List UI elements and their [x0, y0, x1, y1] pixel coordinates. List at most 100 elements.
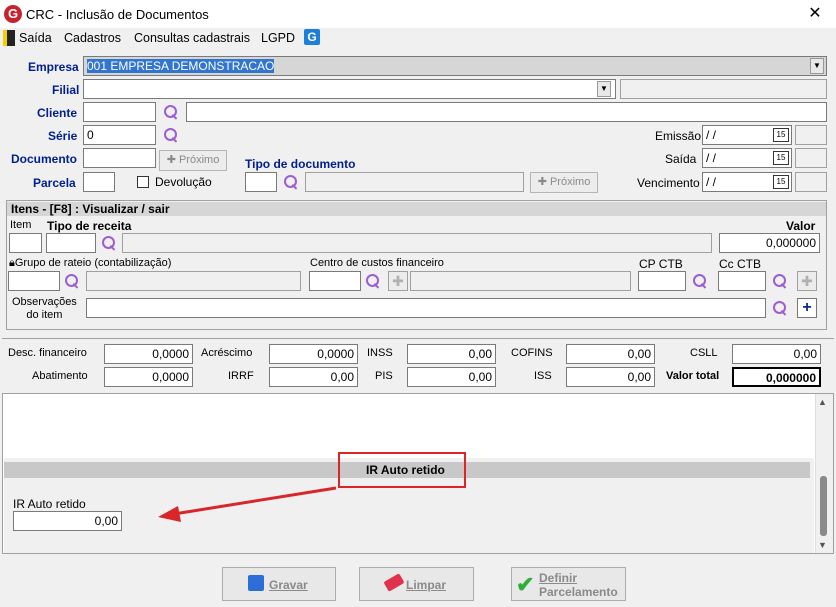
menu-lgpd[interactable]: LGPD — [261, 31, 295, 45]
ir-header-title: IR Auto retido — [366, 463, 445, 477]
item-input[interactable] — [9, 233, 42, 253]
scroll-down-icon[interactable]: ▼ — [818, 540, 827, 550]
vencimento-extra — [795, 172, 827, 192]
inss-label: INSS — [367, 347, 393, 359]
divider — [2, 338, 834, 339]
cliente-search-icon[interactable] — [163, 104, 179, 120]
cliente-input[interactable] — [83, 102, 156, 122]
cp-ctb-search-icon[interactable] — [692, 273, 708, 289]
proximo-tipo-button[interactable]: ✚ Próximo — [530, 172, 598, 193]
definir-parcelamento-button[interactable]: ✔ Definir Parcelamento — [511, 567, 626, 601]
vencimento-label: Vencimento — [637, 176, 700, 190]
devolucao-checkbox[interactable] — [137, 176, 149, 188]
add-item-button[interactable]: + — [797, 298, 817, 318]
app-logo-icon: G — [4, 5, 22, 23]
parcela-input[interactable] — [83, 172, 115, 192]
calendar-icon[interactable]: 15 — [773, 151, 789, 165]
irrf-input[interactable]: 0,00 — [269, 367, 358, 387]
observacoes-label: Observações do item — [12, 296, 77, 321]
cc-ctb-input[interactable] — [718, 271, 766, 291]
ir-field-label: IR Auto retido — [13, 497, 86, 511]
tipo-receita-description — [122, 233, 712, 253]
cc-ctb-search-icon[interactable] — [772, 273, 788, 289]
serie-search-icon[interactable] — [163, 127, 179, 143]
abatimento-label: Abatimento — [32, 370, 88, 382]
empresa-label: Empresa — [28, 60, 79, 74]
cofins-input[interactable]: 0,00 — [566, 344, 655, 364]
emissao-extra — [795, 125, 827, 145]
csll-label: CSLL — [690, 347, 718, 359]
serie-input[interactable]: 0 — [83, 125, 156, 145]
grupo-rateio-search-icon[interactable] — [64, 273, 80, 289]
tipo-receita-input[interactable] — [46, 233, 96, 253]
pis-label: PIS — [375, 370, 393, 382]
item-label: Item — [10, 219, 32, 231]
tipo-documento-search-icon[interactable] — [283, 174, 299, 190]
observacoes-search-icon[interactable] — [772, 300, 788, 316]
iss-input[interactable]: 0,00 — [566, 367, 655, 387]
window-title: CRC - Inclusão de Documentos — [26, 7, 209, 22]
centro-custos-search-icon[interactable] — [365, 273, 381, 289]
exit-door-icon[interactable] — [3, 30, 15, 46]
csll-input[interactable]: 0,00 — [732, 344, 821, 364]
tipo-documento-label: Tipo de documento — [245, 157, 356, 171]
menu-saida[interactable]: Saída — [19, 31, 52, 45]
centro-custos-description — [410, 271, 631, 291]
menu-cadastros[interactable]: Cadastros — [64, 31, 121, 45]
pis-input[interactable]: 0,00 — [407, 367, 496, 387]
empresa-value: 001 EMPRESA DEMONSTRACAO — [87, 59, 275, 73]
valor-label: Valor — [786, 219, 816, 233]
proximo-button[interactable]: ✚ Próximo — [159, 150, 227, 171]
observacoes-input[interactable] — [86, 298, 766, 318]
centro-custos-add-icon[interactable]: ✚ — [388, 271, 408, 291]
grupo-rateio-input[interactable] — [8, 271, 60, 291]
documento-input[interactable] — [83, 148, 156, 168]
tipo-receita-label: Tipo de receita — [47, 219, 132, 233]
filial-description — [620, 79, 827, 99]
desc-financeiro-input[interactable]: 0,0000 — [104, 344, 193, 364]
itens-header: Itens - [F8] : Visualizar / sair — [7, 202, 826, 216]
filial-dropdown-icon[interactable]: ▼ — [597, 81, 611, 97]
ir-auto-retido-input[interactable]: 0,00 — [13, 511, 122, 531]
tipo-receita-search-icon[interactable] — [101, 235, 117, 251]
scroll-thumb[interactable] — [820, 476, 827, 536]
scroll-up-icon[interactable]: ▲ — [818, 397, 827, 407]
grupo-rateio-label: 🔒︎Grupo de rateio (contabilização) — [9, 257, 172, 269]
close-button[interactable]: ✕ — [800, 2, 830, 26]
cp-ctb-input[interactable] — [638, 271, 686, 291]
empresa-dropdown-icon[interactable]: ▼ — [810, 58, 824, 74]
tipo-documento-input[interactable] — [245, 172, 277, 192]
cc-ctb-add-icon[interactable]: ✚ — [797, 271, 817, 291]
acrescimo-label: Acréscimo — [201, 347, 253, 359]
parcela-label: Parcela — [33, 176, 76, 190]
eraser-icon — [383, 573, 405, 592]
desc-financeiro-label: Desc. financeiro — [8, 347, 87, 359]
documento-label: Documento — [11, 152, 77, 166]
abatimento-input[interactable]: 0,0000 — [104, 367, 193, 387]
gravar-button[interactable]: Gravar — [222, 567, 336, 601]
centro-custos-input[interactable] — [309, 271, 361, 291]
checkmark-icon: ✔ — [516, 572, 535, 597]
cliente-name-field[interactable] — [186, 102, 827, 122]
valor-total-label: Valor total — [666, 370, 720, 382]
calendar-icon[interactable]: 15 — [773, 175, 789, 189]
plus-icon: ✚ — [537, 176, 550, 188]
saida-extra — [795, 148, 827, 168]
limpar-button[interactable]: Limpar — [359, 567, 474, 601]
valor-input[interactable]: 0,000000 — [719, 233, 820, 253]
valor-total-input: 0,000000 — [732, 367, 821, 387]
menu-consultas-cadastrais[interactable]: Consultas cadastrais — [134, 31, 250, 45]
calendar-icon[interactable]: 15 — [773, 128, 789, 142]
g-logo-icon[interactable]: G — [304, 29, 320, 45]
devolucao-label: Devolução — [155, 175, 212, 189]
filial-select[interactable] — [83, 79, 616, 99]
cp-ctb-label: CP CTB — [639, 257, 683, 271]
plus-icon: ✚ — [166, 154, 179, 166]
inss-input[interactable]: 0,00 — [407, 344, 496, 364]
irrf-label: IRRF — [228, 370, 254, 382]
saida-label: Saída — [665, 152, 697, 166]
acrescimo-input[interactable]: 0,0000 — [269, 344, 358, 364]
tipo-documento-description — [305, 172, 524, 192]
cc-ctb-label: Cc CTB — [719, 257, 761, 271]
empresa-select[interactable]: 001 EMPRESA DEMONSTRACAO — [83, 56, 827, 76]
